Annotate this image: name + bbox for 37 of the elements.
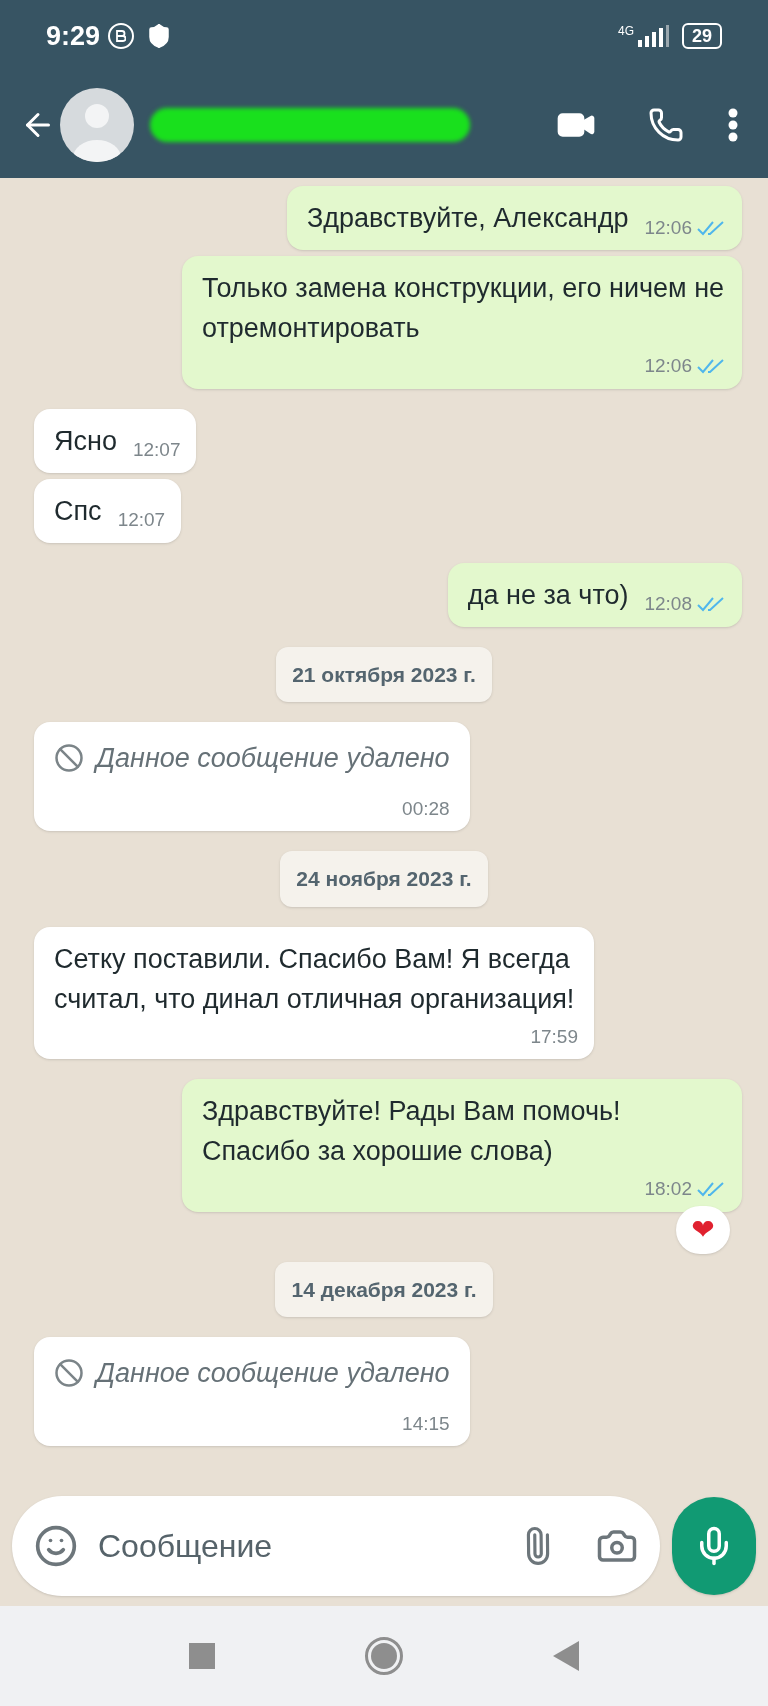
message-text: Здравствуйте! Рады Вам помочь! Спасибо за хорошие слова)	[202, 1095, 622, 1168]
menu-button[interactable]	[728, 108, 738, 142]
status-time: 9:29	[46, 19, 101, 53]
phone-icon	[648, 107, 684, 143]
message-time: 14:15	[402, 1411, 450, 1436]
back-nav-icon[interactable]	[553, 1641, 579, 1671]
message-time: 17:59	[530, 1024, 578, 1049]
deleted-icon	[54, 743, 84, 774]
emoji-icon[interactable]	[34, 1524, 78, 1568]
message-text: Спс	[54, 494, 102, 528]
message-time: 00:28	[402, 796, 450, 821]
message-text: Сетку поставили. Спасибо Вам! Я всегда считал, что динал отличная организация!	[54, 942, 576, 1016]
date-chip: 21 октября 2023 г.	[276, 646, 492, 702]
notification-icon	[108, 23, 135, 49]
date-chip: 24 ноября 2023 г.	[280, 851, 488, 907]
message-input[interactable]: Сообщение	[12, 1496, 660, 1596]
battery-indicator: 29	[681, 23, 722, 49]
message-text: Только замена конструкции, его ничем не отремонтировать	[202, 272, 726, 345]
message-text: Ясно	[54, 424, 117, 458]
message-time: 18:02	[644, 1177, 692, 1201]
message-text: да не за что)	[467, 578, 629, 612]
reaction-badge: ❤	[676, 1205, 730, 1254]
voice-message-button[interactable]	[672, 1497, 756, 1595]
message-time: 12:07	[132, 438, 181, 462]
deleted-icon	[54, 1358, 84, 1389]
message-time: 12:06	[644, 215, 692, 240]
message-time: 12:06	[644, 354, 692, 378]
message-time: 12:08	[644, 592, 692, 616]
date-chip: 14 декабря 2023 г.	[275, 1261, 493, 1317]
call-button[interactable]	[648, 107, 684, 143]
network-label: 4G	[617, 23, 634, 40]
home-button[interactable]	[365, 1637, 403, 1675]
signal-icon	[635, 25, 670, 47]
message-time: 12:07	[117, 508, 166, 532]
menu-icon	[728, 108, 738, 142]
message-text: Здравствуйте, Александр	[306, 202, 629, 235]
message-field[interactable]: Сообщение	[98, 1522, 518, 1570]
